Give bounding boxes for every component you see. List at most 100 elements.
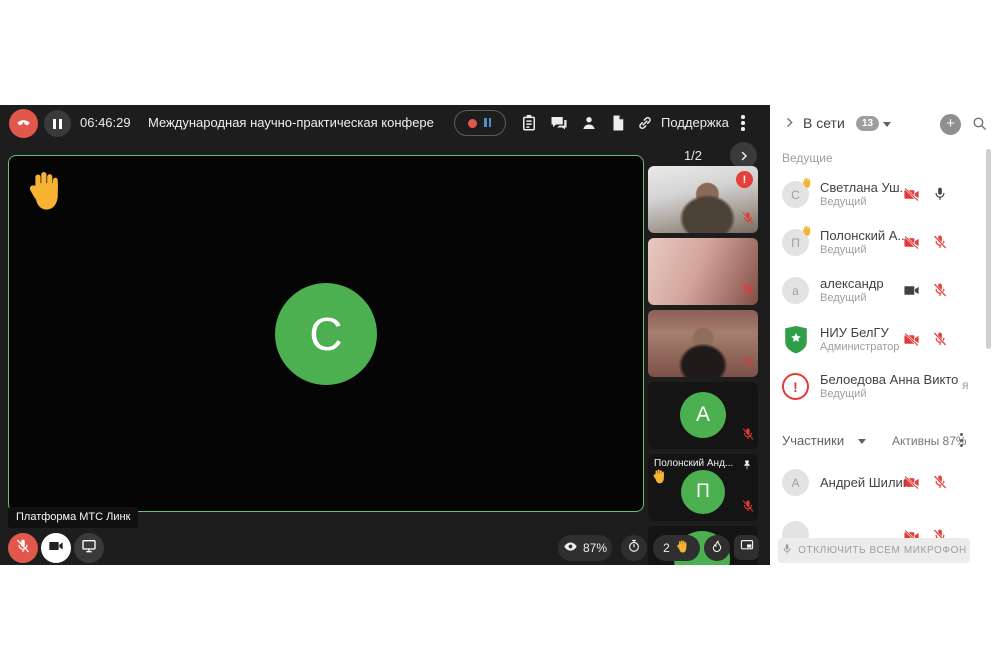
connection-alert-avatar: ! bbox=[782, 373, 809, 400]
link-icon[interactable] bbox=[636, 114, 654, 132]
camera-on-icon[interactable] bbox=[903, 282, 920, 304]
more-menu-icon[interactable] bbox=[741, 115, 745, 133]
participant-role: Ведущий bbox=[820, 388, 866, 400]
participants-section-header: Участники Активны 87% bbox=[770, 430, 1000, 452]
video-thumbnail-5[interactable]: Полонский Анд... П bbox=[648, 454, 758, 521]
hands-count: 2 bbox=[663, 541, 670, 555]
participant-row-self[interactable]: ! Белоедова Анна Виктор... Ведущий я bbox=[770, 369, 986, 411]
support-link[interactable]: Поддержка bbox=[661, 105, 729, 141]
mic-off-icon bbox=[741, 283, 755, 302]
mic-off-icon[interactable] bbox=[932, 234, 948, 255]
alert-icon: ! bbox=[793, 379, 798, 395]
chevron-right-icon bbox=[738, 150, 750, 162]
participant-row[interactable]: С Светлана Уш... Ведущий bbox=[770, 177, 986, 219]
stopwatch-icon bbox=[627, 539, 641, 558]
connection-alert-icon: ! bbox=[736, 171, 753, 188]
mic-off-icon bbox=[15, 538, 31, 559]
participants-dropdown[interactable]: Участники bbox=[782, 433, 844, 448]
main-avatar: С bbox=[275, 283, 377, 385]
avatar: П bbox=[782, 229, 809, 256]
sidebar-scrollbar[interactable] bbox=[986, 149, 991, 349]
avatar: С bbox=[782, 181, 809, 208]
participant-role: Ведущий bbox=[820, 244, 866, 256]
participant-row[interactable]: П Полонский А... Ведущий bbox=[770, 225, 986, 267]
video-thumbnail-4[interactable]: А bbox=[648, 382, 758, 449]
participant-role: Ведущий bbox=[820, 292, 866, 304]
participants-icon[interactable] bbox=[580, 114, 598, 132]
video-thumbnail-3[interactable] bbox=[648, 310, 758, 377]
raised-hand-icon bbox=[801, 225, 813, 240]
monitor-icon bbox=[81, 538, 97, 559]
raised-hand-icon bbox=[23, 168, 69, 219]
microphone-toggle-button[interactable] bbox=[8, 533, 38, 563]
pause-conference-button[interactable] bbox=[44, 110, 71, 137]
section-menu-icon[interactable] bbox=[960, 433, 963, 450]
participant-role: Ведущий bbox=[820, 196, 866, 208]
agenda-icon[interactable] bbox=[520, 114, 538, 132]
picture-in-picture-button[interactable] bbox=[734, 535, 759, 560]
screen-share-button[interactable] bbox=[74, 533, 104, 563]
viewers-counter[interactable]: 87% bbox=[558, 535, 612, 561]
participant-row[interactable]: а александр Ведущий bbox=[770, 273, 986, 315]
camera-icon bbox=[48, 538, 64, 559]
viewers-percent: 87% bbox=[583, 541, 607, 555]
platform-tooltip: Платформа МТС Линк bbox=[8, 507, 138, 528]
raised-hands-counter[interactable]: 2 bbox=[653, 535, 700, 561]
mute-all-button[interactable]: ОТКЛЮЧИТЬ ВСЕМ МИКРОФОН bbox=[778, 538, 970, 563]
add-participant-button[interactable]: + bbox=[940, 114, 961, 135]
video-thumbnail-2[interactable] bbox=[648, 238, 758, 305]
main-speaker-tile[interactable]: С bbox=[8, 155, 644, 512]
meeting-title: Международная научно-практическая конфер… bbox=[148, 105, 448, 141]
camera-toggle-button[interactable] bbox=[41, 533, 71, 563]
hosts-section-label: Ведущие bbox=[782, 151, 833, 165]
mute-all-label: ОТКЛЮЧИТЬ ВСЕМ МИКРОФОН bbox=[798, 545, 967, 556]
mic-off-icon bbox=[741, 211, 755, 230]
conference-stage: 06:46:29 Международная научно-практическ… bbox=[0, 105, 770, 565]
recording-control[interactable] bbox=[454, 110, 506, 136]
search-icon[interactable] bbox=[971, 115, 988, 137]
participant-row[interactable]: А Андрей Шилин bbox=[770, 465, 986, 507]
reactions-button[interactable] bbox=[704, 535, 730, 561]
mic-off-icon[interactable] bbox=[932, 474, 948, 495]
raised-hand-icon bbox=[801, 177, 813, 192]
mic-off-icon bbox=[742, 356, 755, 374]
participants-sidebar: В сети 13 + Ведущие С Светлана Уш... Вед… bbox=[770, 105, 1000, 565]
mic-off-icon[interactable] bbox=[932, 331, 948, 352]
files-icon[interactable] bbox=[609, 114, 627, 132]
pip-icon bbox=[740, 538, 754, 557]
camera-off-icon[interactable] bbox=[903, 234, 920, 256]
meeting-timer: 06:46:29 bbox=[80, 105, 131, 141]
mic-off-icon[interactable] bbox=[932, 282, 948, 303]
chevron-down-icon[interactable] bbox=[883, 122, 891, 127]
avatar: П bbox=[681, 470, 725, 514]
mic-off-icon bbox=[741, 499, 755, 518]
camera-off-icon[interactable] bbox=[903, 186, 920, 208]
camera-off-icon[interactable] bbox=[903, 474, 920, 496]
next-page-button[interactable] bbox=[730, 142, 757, 169]
chat-icon[interactable] bbox=[550, 114, 568, 132]
camera-off-icon[interactable] bbox=[903, 331, 920, 353]
mic-icon bbox=[781, 543, 793, 558]
end-call-button[interactable] bbox=[9, 109, 38, 138]
timer-button[interactable] bbox=[621, 535, 647, 561]
phone-hangup-icon bbox=[15, 113, 32, 135]
avatar: А bbox=[680, 392, 726, 438]
eye-icon bbox=[563, 539, 578, 557]
sidebar-header: В сети 13 + bbox=[770, 105, 1000, 143]
online-count-badge: 13 bbox=[856, 116, 879, 131]
mic-on-icon[interactable] bbox=[932, 186, 948, 207]
participant-row[interactable]: НИУ БелГУ Администратор bbox=[770, 322, 986, 364]
collapse-panel-icon[interactable] bbox=[783, 116, 796, 134]
main-avatar-letter: С bbox=[309, 307, 342, 361]
participant-role: Администратор bbox=[820, 341, 899, 353]
raised-hand-icon bbox=[675, 539, 690, 557]
avatar: А bbox=[782, 469, 809, 496]
mic-off-icon bbox=[741, 427, 755, 446]
avatar: а bbox=[782, 277, 809, 304]
university-logo bbox=[782, 326, 809, 353]
chevron-down-icon[interactable] bbox=[858, 439, 866, 444]
online-dropdown[interactable]: В сети bbox=[803, 115, 845, 131]
raised-hand-icon bbox=[651, 468, 668, 490]
video-thumbnail-1[interactable]: ! bbox=[648, 166, 758, 233]
participant-name: Белоедова Анна Виктор... bbox=[820, 372, 958, 387]
